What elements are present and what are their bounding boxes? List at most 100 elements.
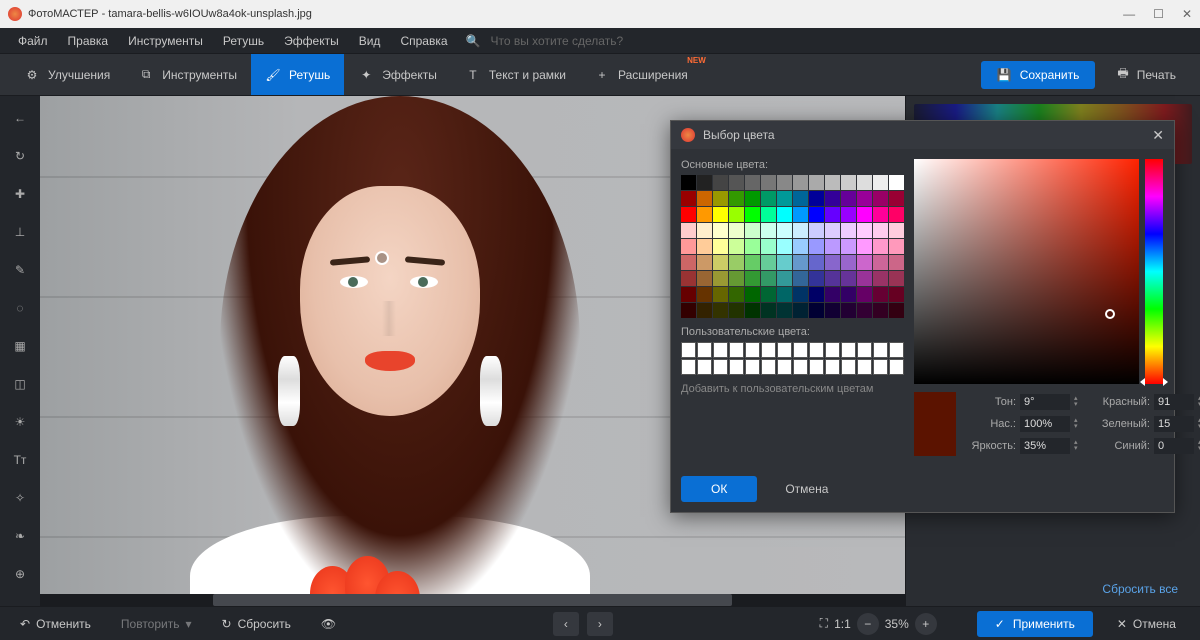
palette-swatch[interactable] xyxy=(793,191,808,206)
palette-swatch[interactable] xyxy=(889,303,904,318)
palette-swatch[interactable] xyxy=(809,191,824,206)
tab-tools[interactable]: ⧉Инструменты xyxy=(124,54,251,95)
palette-swatch[interactable] xyxy=(825,223,840,238)
menu-view[interactable]: Вид xyxy=(351,31,389,51)
custom-swatch[interactable] xyxy=(873,342,888,358)
palette-swatch[interactable] xyxy=(681,191,696,206)
palette-swatch[interactable] xyxy=(873,207,888,222)
palette-swatch[interactable] xyxy=(729,255,744,270)
custom-swatch[interactable] xyxy=(889,359,904,375)
maximize-icon[interactable]: ☐ xyxy=(1153,7,1164,21)
palette-swatch[interactable] xyxy=(841,239,856,254)
green-input[interactable] xyxy=(1154,416,1194,432)
palette-swatch[interactable] xyxy=(713,303,728,318)
palette-swatch[interactable] xyxy=(825,287,840,302)
palette-swatch[interactable] xyxy=(841,287,856,302)
custom-swatch[interactable] xyxy=(713,342,728,358)
zoom-out-button[interactable]: − xyxy=(857,613,879,635)
custom-swatch[interactable] xyxy=(761,359,776,375)
tab-text[interactable]: TТекст и рамки xyxy=(451,54,580,95)
palette-swatch[interactable] xyxy=(857,191,872,206)
light-icon[interactable]: ☀ xyxy=(6,408,34,436)
palette-swatch[interactable] xyxy=(713,175,728,190)
blue-input[interactable] xyxy=(1154,438,1194,454)
custom-swatch[interactable] xyxy=(681,342,696,358)
prev-button[interactable]: ‹ xyxy=(553,612,579,636)
palette-swatch[interactable] xyxy=(857,271,872,286)
palette-swatch[interactable] xyxy=(729,223,744,238)
compare-button[interactable]: 👁 xyxy=(311,612,346,636)
reset-all-link[interactable]: Сбросить все xyxy=(1092,582,1188,596)
val-spinner[interactable]: ▴▾ xyxy=(1074,440,1086,452)
palette-swatch[interactable] xyxy=(809,223,824,238)
palette-swatch[interactable] xyxy=(809,239,824,254)
palette-swatch[interactable] xyxy=(729,175,744,190)
palette-swatch[interactable] xyxy=(745,255,760,270)
tab-extensions[interactable]: +РасширенияNEW xyxy=(580,54,702,95)
palette-swatch[interactable] xyxy=(745,175,760,190)
menu-edit[interactable]: Правка xyxy=(60,31,117,51)
cancel-bottom-button[interactable]: ✕Отмена xyxy=(1103,611,1190,637)
palette-swatch[interactable] xyxy=(841,255,856,270)
menu-retouch[interactable]: Ретушь xyxy=(215,31,272,51)
palette-swatch[interactable] xyxy=(809,207,824,222)
custom-swatch[interactable] xyxy=(857,342,872,358)
palette-swatch[interactable] xyxy=(841,271,856,286)
tab-enhance[interactable]: ⚙Улучшения xyxy=(10,54,124,95)
palette-swatch[interactable] xyxy=(793,223,808,238)
menu-file[interactable]: Файл xyxy=(10,31,56,51)
palette-swatch[interactable] xyxy=(825,239,840,254)
menu-effects[interactable]: Эффекты xyxy=(276,31,347,51)
palette-swatch[interactable] xyxy=(681,303,696,318)
undo-button[interactable]: ↶Отменить xyxy=(10,612,101,636)
palette-swatch[interactable] xyxy=(793,271,808,286)
sat-spinner[interactable]: ▴▾ xyxy=(1074,418,1086,430)
zoom-ratio[interactable]: 1:1 xyxy=(834,617,851,631)
palette-swatch[interactable] xyxy=(697,239,712,254)
palette-swatch[interactable] xyxy=(729,239,744,254)
palette-swatch[interactable] xyxy=(761,303,776,318)
hue-spinner[interactable]: ▴▾ xyxy=(1074,396,1086,408)
palette-swatch[interactable] xyxy=(857,255,872,270)
wing-icon[interactable]: ❧ xyxy=(6,522,34,550)
palette-swatch[interactable] xyxy=(873,175,888,190)
custom-swatch[interactable] xyxy=(873,359,888,375)
palette-swatch[interactable] xyxy=(761,271,776,286)
custom-swatch[interactable] xyxy=(825,359,840,375)
paint-icon[interactable]: ✎ xyxy=(6,256,34,284)
palette-swatch[interactable] xyxy=(793,303,808,318)
palette-swatch[interactable] xyxy=(777,223,792,238)
rotate-icon[interactable]: ↻ xyxy=(6,142,34,170)
palette-swatch[interactable] xyxy=(777,255,792,270)
gradient-cursor[interactable] xyxy=(1105,309,1115,319)
palette-swatch[interactable] xyxy=(681,287,696,302)
palette-swatch[interactable] xyxy=(681,271,696,286)
custom-swatch[interactable] xyxy=(681,359,696,375)
palette-swatch[interactable] xyxy=(889,207,904,222)
radial-icon[interactable]: ◌ xyxy=(6,294,34,322)
palette-swatch[interactable] xyxy=(713,271,728,286)
custom-swatch[interactable] xyxy=(697,359,712,375)
dialog-close-button[interactable]: ✕ xyxy=(1152,127,1164,144)
custom-swatch[interactable] xyxy=(825,342,840,358)
palette-swatch[interactable] xyxy=(873,287,888,302)
stamp-icon[interactable]: ⊥ xyxy=(6,218,34,246)
text2-icon[interactable]: Tᴛ xyxy=(6,446,34,474)
palette-swatch[interactable] xyxy=(729,191,744,206)
palette-swatch[interactable] xyxy=(857,223,872,238)
palette-swatch[interactable] xyxy=(761,287,776,302)
palette-swatch[interactable] xyxy=(809,255,824,270)
menu-help[interactable]: Справка xyxy=(392,31,455,51)
palette-swatch[interactable] xyxy=(681,223,696,238)
sat-input[interactable] xyxy=(1020,416,1070,432)
hue-slider[interactable] xyxy=(1145,159,1163,384)
palette-swatch[interactable] xyxy=(761,255,776,270)
custom-swatch[interactable] xyxy=(809,359,824,375)
minimize-icon[interactable]: — xyxy=(1123,7,1135,21)
palette-swatch[interactable] xyxy=(809,271,824,286)
tab-retouch[interactable]: 🖌Ретушь xyxy=(251,54,344,95)
palette-swatch[interactable] xyxy=(713,191,728,206)
palette-swatch[interactable] xyxy=(745,239,760,254)
palette-swatch[interactable] xyxy=(777,239,792,254)
palette-swatch[interactable] xyxy=(729,303,744,318)
